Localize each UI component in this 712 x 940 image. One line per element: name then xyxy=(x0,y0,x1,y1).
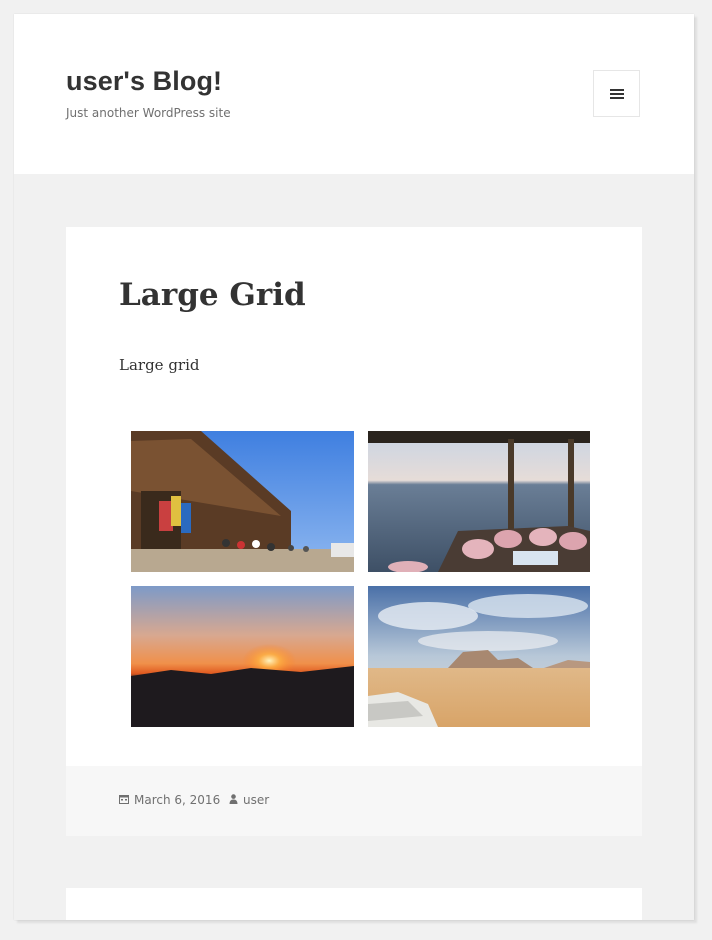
post-author-link[interactable]: user xyxy=(243,793,269,807)
post-date-meta: March 6, 2016 xyxy=(119,793,220,807)
market-terrace-photo[interactable] xyxy=(131,431,354,572)
post-date-link[interactable]: March 6, 2016 xyxy=(134,793,220,807)
desert-landscape-photo[interactable] xyxy=(368,586,590,727)
post-footer: March 6, 2016 user xyxy=(66,766,642,836)
post-author-meta: user xyxy=(229,793,269,807)
sea-view-lounge-photo[interactable] xyxy=(368,431,590,572)
calendar-icon xyxy=(119,793,129,807)
site-header: user's Blog! Just another WordPress site xyxy=(14,14,694,174)
site-title[interactable]: user's Blog! xyxy=(66,66,222,97)
person-icon xyxy=(229,793,238,807)
hamburger-menu-icon xyxy=(609,88,624,99)
page: user's Blog! Just another WordPress site… xyxy=(14,14,694,920)
next-post-card xyxy=(66,888,642,920)
mountain-sunset-photo[interactable] xyxy=(131,586,354,727)
menu-toggle-button[interactable] xyxy=(593,70,640,117)
site-description: Just another WordPress site xyxy=(66,106,231,120)
post-title[interactable]: Large Grid xyxy=(119,277,306,313)
post-content: Large grid xyxy=(119,356,200,374)
post-card: Large Grid Large grid March 6, 2016 user xyxy=(66,227,642,836)
